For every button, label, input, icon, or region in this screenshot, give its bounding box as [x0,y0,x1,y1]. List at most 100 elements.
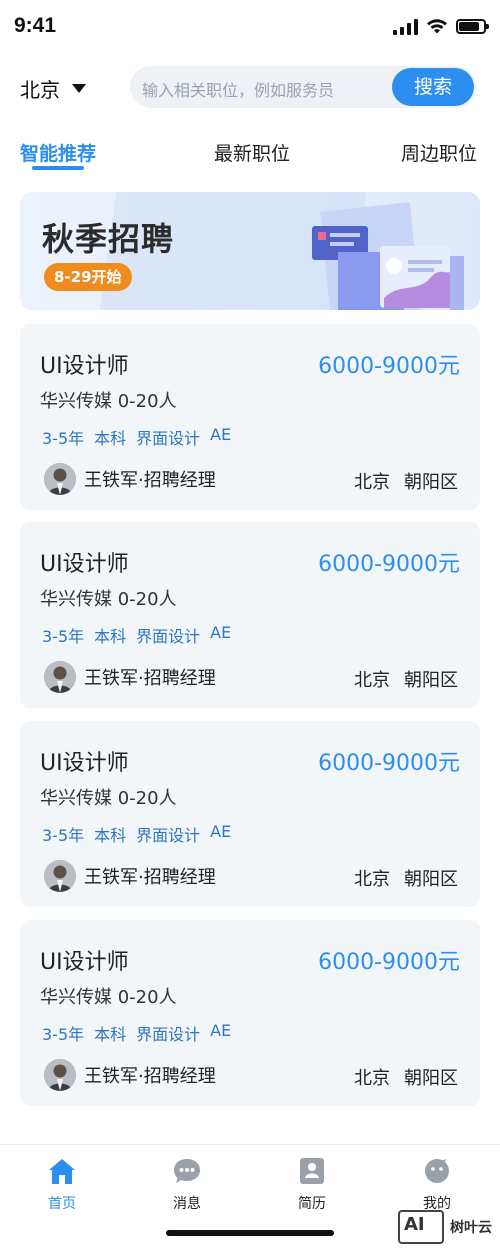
avatar [44,1059,76,1091]
recruiter: 王铁军·招聘经理 [44,661,216,693]
job-salary: 6000-9000元 [318,950,460,975]
tabbar-item-home[interactable]: 首页 [22,1157,102,1213]
banner-title: 秋季招聘 [42,220,175,258]
job-location: 北京 朝阳区 [354,666,458,692]
tag-skill: 界面设计 [136,826,201,845]
job-location: 北京 朝阳区 [354,1064,458,1090]
location-city: 北京 [354,472,390,493]
recruiter: 王铁军·招聘经理 [44,860,216,892]
tag-tool: AE [210,425,232,444]
status-time: 9:41 [14,14,57,37]
status-icons [393,18,489,35]
watermark: AI 树叶云 [398,1210,492,1244]
job-location: 北京 朝阳区 [354,468,458,494]
tag-education: 本科 [94,627,127,646]
tabbar-item-profile[interactable]: 我的 [397,1157,477,1213]
tabbar-label: 首页 [48,1196,76,1212]
job-card[interactable]: UI设计师 6000-9000元 华兴传媒 0-20人 3-5年 本科 界面设计… [20,324,480,510]
tab-latest[interactable]: 最新职位 [214,139,290,166]
watermark-text: 树叶云 [450,1220,492,1236]
tabbar-item-messages[interactable]: 消息 [147,1157,227,1213]
banner-illustration [312,202,464,310]
company-info: 华兴传媒 0-20人 [40,788,177,809]
wifi-icon [427,19,447,34]
status-bar: 9:41 [0,0,500,56]
company-info: 华兴传媒 0-20人 [40,987,177,1008]
job-tags: 3-5年 本科 界面设计 AE [42,425,231,449]
tag-skill: 界面设计 [136,1025,201,1044]
tag-tool: AE [210,822,232,841]
job-tags: 3-5年 本科 界面设计 AE [42,1021,231,1045]
banner-date-badge: 8-29开始 [44,263,132,291]
profile-icon [425,1159,449,1183]
tag-skill: 界面设计 [136,627,201,646]
job-tags: 3-5年 本科 界面设计 AE [42,822,231,846]
job-card[interactable]: UI设计师 6000-9000元 华兴传媒 0-20人 3-5年 本科 界面设计… [20,522,480,708]
company-info: 华兴传媒 0-20人 [40,391,177,412]
header: 北京 输入相关职位，例如服务员 搜索 [0,64,500,110]
resume-icon [300,1158,324,1184]
avatar [44,463,76,495]
tab-recommended[interactable]: 智能推荐 [20,139,96,166]
job-card[interactable]: UI设计师 6000-9000元 华兴传媒 0-20人 3-5年 本科 界面设计… [20,721,480,907]
avatar [44,860,76,892]
watermark-logo: AI [398,1210,444,1244]
recruiter-name: 王铁军·招聘经理 [84,470,216,491]
location-district: 朝阳区 [404,670,458,691]
job-salary: 6000-9000元 [318,751,460,776]
job-tags: 3-5年 本科 界面设计 AE [42,623,231,647]
tag-experience: 3-5年 [42,1025,85,1044]
tag-experience: 3-5年 [42,429,85,448]
category-tabs: 智能推荐 最新职位 周边职位 [0,136,500,176]
recruiter-name: 王铁军·招聘经理 [84,1066,216,1087]
job-title: UI设计师 [40,950,129,975]
job-location: 北京 朝阳区 [354,865,458,891]
recruiter-name: 王铁军·招聘经理 [84,867,216,888]
job-title: UI设计师 [40,751,129,776]
tag-tool: AE [210,623,232,642]
location-city: 北京 [354,670,390,691]
job-card[interactable]: UI设计师 6000-9000元 华兴传媒 0-20人 3-5年 本科 界面设计… [20,920,480,1106]
home-indicator [166,1230,334,1236]
recruiter: 王铁军·招聘经理 [44,1059,216,1091]
tag-experience: 3-5年 [42,627,85,646]
tab-nearby[interactable]: 周边职位 [401,139,477,166]
search-placeholder: 输入相关职位，例如服务员 [142,81,335,100]
avatar [44,661,76,693]
location-district: 朝阳区 [404,1068,458,1089]
tabbar-label: 消息 [173,1196,201,1212]
tag-experience: 3-5年 [42,826,85,845]
watermark-logo-text: AI [404,1214,425,1235]
city-label: 北京 [20,78,60,102]
battery-icon [456,19,489,34]
search-input[interactable]: 输入相关职位，例如服务员 搜索 [130,66,476,108]
tag-skill: 界面设计 [136,429,201,448]
tag-education: 本科 [94,429,127,448]
app-screen: 9:41 北京 输入相关职位，例如服务员 搜索 智能推荐 最新职位 周边职位 秋… [0,0,500,1256]
tag-education: 本科 [94,1025,127,1044]
tag-education: 本科 [94,826,127,845]
tab-active-indicator [32,166,84,170]
city-selector[interactable]: 北京 [20,74,86,103]
company-info: 华兴传媒 0-20人 [40,589,177,610]
recruiter: 王铁军·招聘经理 [44,463,216,495]
job-title: UI设计师 [40,354,129,379]
message-icon [174,1159,200,1183]
tag-tool: AE [210,1021,232,1040]
battery-level [459,22,480,31]
location-city: 北京 [354,1068,390,1089]
home-icon [49,1159,75,1184]
location-district: 朝阳区 [404,869,458,890]
job-salary: 6000-9000元 [318,354,460,379]
recruiter-name: 王铁军·招聘经理 [84,668,216,689]
job-salary: 6000-9000元 [318,552,460,577]
search-button[interactable]: 搜索 [392,68,474,106]
autumn-recruit-banner[interactable]: 秋季招聘 8-29开始 [20,192,480,310]
caret-down-icon [72,84,86,93]
location-district: 朝阳区 [404,472,458,493]
location-city: 北京 [354,869,390,890]
signal-icon [393,18,418,35]
job-title: UI设计师 [40,552,129,577]
tabbar-label: 简历 [298,1196,326,1212]
tabbar-item-resume[interactable]: 简历 [272,1157,352,1213]
